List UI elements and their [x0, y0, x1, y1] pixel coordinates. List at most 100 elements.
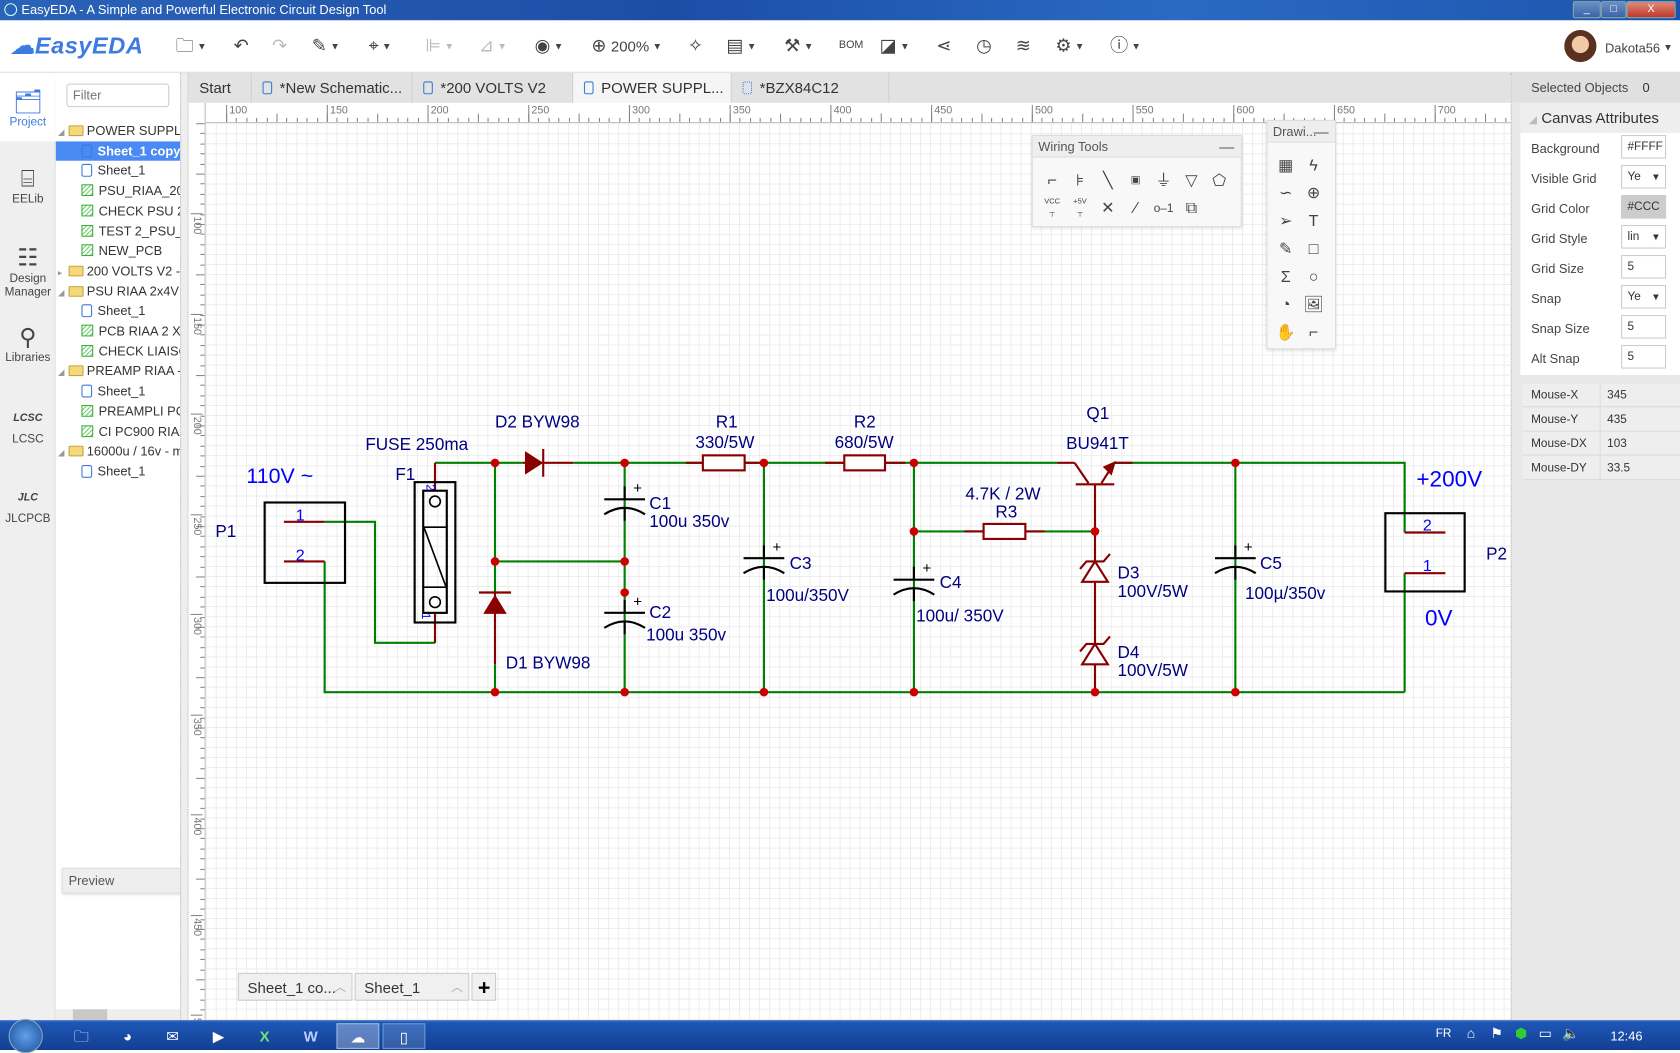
language-indicator[interactable]: FR [1436, 1028, 1452, 1041]
plus5v-tool-icon[interactable]: +5V ┬ [1068, 197, 1092, 221]
resistor-r1[interactable] [685, 454, 764, 472]
sheet-tab-sheet1-copy[interactable]: Sheet_1 co... ︿ [237, 972, 353, 1002]
attr-input[interactable]: 5 [1621, 255, 1667, 279]
canvas-attributes-header[interactable]: ◢ Canvas Attributes [1520, 102, 1680, 133]
wire-tool-icon[interactable]: ⌐ [1040, 169, 1064, 193]
drawing-tools-header[interactable]: Drawi... — [1267, 121, 1336, 143]
add-sheet-button[interactable]: + [471, 972, 497, 1001]
arc-tool-icon[interactable]: ⊕ [1302, 182, 1326, 206]
pin-tool-icon[interactable]: o–1 [1152, 197, 1176, 221]
pin-number: 1 [296, 507, 305, 525]
arrowhead-tool-icon[interactable]: ➢ [1274, 210, 1298, 234]
dimension-tool-icon[interactable]: ⌐ [1302, 321, 1326, 345]
pan-tool-icon[interactable]: ✋ [1274, 321, 1298, 345]
attr-value: 5 [1627, 260, 1635, 274]
group-tool-icon[interactable]: ⧉ [1180, 197, 1204, 221]
network-printer-icon[interactable]: ⌂ [1467, 1025, 1475, 1041]
label-c1-value: 100u 350v [649, 511, 729, 531]
sheet-tab-sheet1[interactable]: Sheet_1 ︿ [354, 972, 470, 1002]
image-tool-icon[interactable]: 🖼 [1302, 294, 1326, 318]
vcc-tool-icon[interactable]: VCC ┬ [1040, 197, 1064, 221]
attr-value: 5 [1627, 350, 1635, 364]
label-p1: P1 [215, 521, 236, 541]
no-connect-tool-icon[interactable]: ✕ [1096, 197, 1120, 221]
bus-entry-tool-icon[interactable]: ╲ [1096, 169, 1120, 193]
net-label-ac-in[interactable]: 110V ~ [246, 464, 313, 488]
minimize-wiring-tools-button[interactable]: — [1219, 136, 1234, 157]
attr-input[interactable]: lin ▼ [1621, 225, 1667, 249]
label-c4: C4 [940, 572, 962, 592]
network-icon[interactable]: ▭ [1539, 1025, 1552, 1042]
junction-dot [490, 557, 500, 566]
ground-tool-icon[interactable]: ⏚ [1152, 169, 1176, 193]
rectangle-tool-icon[interactable]: □ [1302, 238, 1326, 262]
firefox-icon[interactable]: ◕ [108, 1023, 147, 1049]
minimize-drawing-tools-button[interactable]: — [1314, 121, 1329, 142]
junction-dot [909, 527, 919, 536]
transistor-q1[interactable] [1057, 460, 1133, 532]
circle-tool-icon[interactable]: ○ [1302, 266, 1326, 290]
shield-icon[interactable]: ⬢ [1515, 1025, 1527, 1042]
flag-icon[interactable]: ⚑ [1490, 1025, 1502, 1042]
mouse-value: 103 [1599, 431, 1627, 456]
connector-p1[interactable] [263, 501, 347, 584]
bezier-tool-icon[interactable]: ∽ [1274, 182, 1298, 206]
excel-icon[interactable]: X [245, 1023, 284, 1049]
attr-input[interactable]: 5 [1621, 315, 1667, 339]
label-d1: D1 BYW98 [506, 653, 591, 673]
attr-input[interactable]: #CCC [1621, 195, 1667, 219]
sheet-tab-label: Sheet_1 [364, 979, 421, 997]
attr-input[interactable]: #FFFF [1621, 135, 1667, 159]
selected-objects-count: 0 [1642, 80, 1650, 96]
image-table-tool-icon[interactable]: ▦ [1274, 154, 1298, 178]
chevron-up-icon[interactable]: ︿ [451, 974, 463, 1002]
label-r2-value: 680/5W [835, 432, 895, 452]
wire-ground-rail[interactable] [323, 561, 1405, 694]
plus5v-text: +5V [1073, 198, 1087, 206]
wiring-tools-title: Wiring Tools [1038, 139, 1109, 155]
attr-input[interactable]: Ye ▼ [1621, 165, 1667, 189]
resistor-r2[interactable] [825, 454, 906, 472]
net-port-tool-icon[interactable]: ⬠ [1208, 169, 1232, 193]
junction-dot [1090, 687, 1100, 697]
start-button[interactable] [8, 1018, 43, 1053]
explorer-icon[interactable]: 🗀 [62, 1023, 101, 1049]
freehand-tool-icon[interactable]: ✎ [1274, 238, 1298, 262]
net-label-plus-200v[interactable]: +200V [1416, 466, 1482, 491]
wiring-tools-header[interactable]: Wiring Tools — [1032, 136, 1241, 158]
easyeda-taskbar-icon[interactable]: ☁ [336, 1023, 380, 1049]
wire-output-rail[interactable] [1114, 461, 1406, 533]
net-label-0v[interactable]: 0V [1425, 606, 1453, 631]
label-fuse-value: FUSE 250ma [365, 434, 468, 454]
power-flag-tool-icon[interactable]: ▽ [1180, 169, 1204, 193]
label-d2: D2 BYW98 [495, 412, 580, 432]
net-label-tool-icon[interactable]: ▣ [1124, 169, 1148, 193]
pin-number: 2 [1423, 516, 1432, 534]
resistor-r3[interactable] [964, 522, 1045, 541]
diode-d2[interactable] [522, 448, 574, 477]
wiring-tools-panel: Wiring Tools — ⌐ ⊧ ╲ ▣ ⏚ ▽ ⬠ VCC ┬ +5V ┬ ✕ … [1031, 135, 1242, 228]
attr-input[interactable]: 5 [1621, 345, 1667, 369]
label-d3-value: 100V/5W [1118, 581, 1189, 601]
attr-input[interactable]: Ye ▼ [1621, 285, 1667, 309]
text-tool-icon[interactable]: T [1302, 210, 1326, 234]
polygon-tool-icon[interactable]: Σ [1274, 266, 1298, 290]
pie-tool-icon[interactable]: ◔ [1274, 294, 1298, 318]
label-c5: C5 [1260, 553, 1282, 573]
probe-tool-icon[interactable]: ⁄ [1124, 197, 1148, 221]
mail-icon[interactable]: ✉ [153, 1023, 192, 1049]
bus-tool-icon[interactable]: ⊧ [1068, 169, 1092, 193]
media-player-icon[interactable]: ▶ [199, 1023, 238, 1049]
chevron-up-icon[interactable]: ︿ [334, 974, 346, 1002]
document-taskbar-icon[interactable]: ▯ [382, 1023, 426, 1049]
word-icon[interactable]: W [291, 1023, 330, 1049]
mouse-label: Mouse-Y [1531, 413, 1579, 426]
attr-label: Visible Grid [1531, 171, 1597, 187]
volume-icon[interactable]: 🔈 [1562, 1025, 1579, 1042]
zener-d3[interactable] [1079, 531, 1111, 693]
clock[interactable]: 12:46 [1610, 1029, 1642, 1044]
attr-label: Grid Color [1531, 201, 1590, 217]
polyline-tool-icon[interactable]: ϟ [1302, 154, 1326, 178]
attr-value: #CCC [1627, 200, 1660, 214]
attr-label: Snap [1531, 291, 1562, 307]
